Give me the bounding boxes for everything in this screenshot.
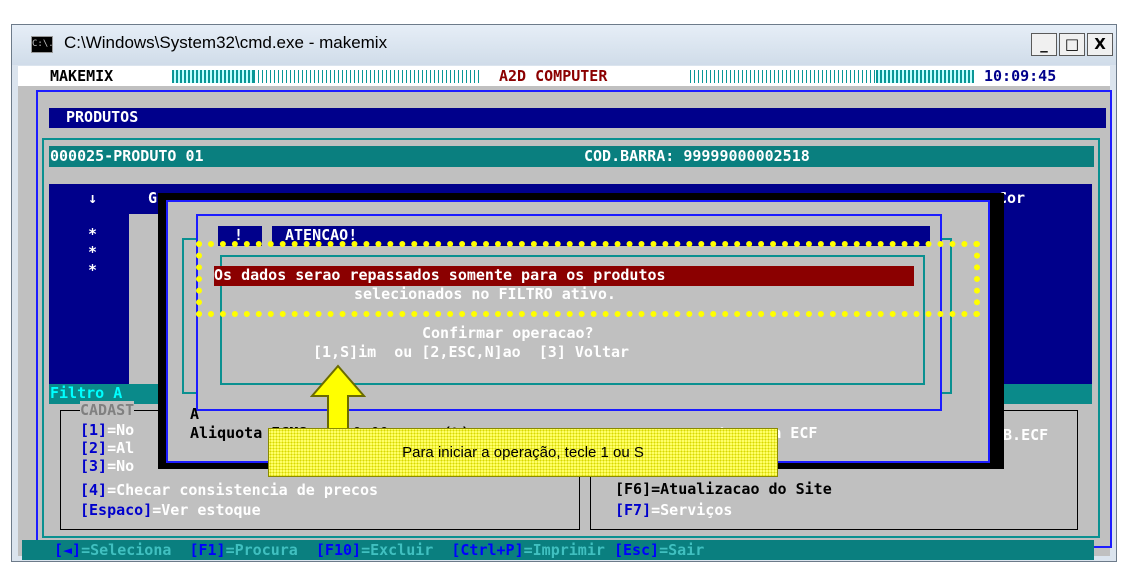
confirm-question: Confirmar operacao?: [422, 324, 594, 342]
highlight-box: [196, 241, 980, 317]
key-exit[interactable]: [Esc]: [614, 541, 659, 559]
row-marker[interactable]: *: [88, 225, 97, 244]
option-text: =Ver estoque: [152, 501, 261, 519]
key-delete[interactable]: [F10]: [316, 541, 361, 559]
clock: 10:09:45: [984, 67, 1057, 85]
cadastro-option[interactable]: [4]=Checar consistencia de precos: [80, 480, 580, 500]
pattern-right: [876, 70, 974, 83]
pattern-left-2: [254, 70, 482, 83]
key-search[interactable]: [F1]: [189, 541, 225, 559]
key-print[interactable]: [Ctrl+P]: [451, 541, 523, 559]
maximize-button[interactable]: □: [1059, 33, 1085, 56]
key-print-label: =Imprimir: [523, 541, 605, 559]
minimize-button[interactable]: _: [1031, 33, 1057, 56]
option-text: =Serviços: [651, 501, 733, 519]
right-option-site[interactable]: [F6]=Atualizacao do Site: [615, 480, 832, 499]
option-key: [F7]: [615, 501, 652, 519]
option-key: [1]: [80, 421, 108, 439]
pattern-left: [172, 70, 254, 83]
key-exit-label: =Sair: [659, 541, 705, 559]
option-key: [Espaco]: [80, 501, 153, 519]
product-line: [49, 146, 1094, 167]
option-key: [4]: [80, 481, 108, 499]
app-name: MAKEMIX: [50, 67, 114, 85]
callout-arrow: [310, 364, 366, 431]
company-name: A2D COMPUTER: [499, 67, 608, 85]
section-title: PRODUTOS: [66, 108, 139, 126]
grid-right-panel: [995, 214, 1092, 384]
barcode: COD.BARRA: 99999000002518: [584, 147, 810, 165]
row-marker[interactable]: *: [88, 243, 97, 262]
option-text: =Al: [107, 439, 135, 457]
right-option-services[interactable]: [F7]=Serviços: [615, 500, 915, 520]
option-key: [3]: [80, 457, 108, 475]
window-title: C:\Windows\System32\cmd.exe - makemix: [64, 33, 388, 52]
option-text: =No: [107, 457, 135, 475]
pattern-right-2: [690, 70, 876, 83]
section-header: [49, 108, 1106, 128]
key-search-label: =Procura: [225, 541, 298, 559]
key-select-label: =Seleciona: [81, 541, 172, 559]
key-select[interactable]: [◄]: [54, 541, 81, 559]
close-button[interactable]: X: [1087, 33, 1113, 56]
confirm-options[interactable]: [1,S]im ou [2,ESC,N]ao [3] Voltar: [313, 343, 629, 362]
cmd-icon[interactable]: C:\.: [31, 36, 54, 53]
row-marker[interactable]: *: [88, 261, 97, 280]
a-letter: A: [190, 405, 200, 423]
cadastro-option[interactable]: [Espaco]=Ver estoque: [80, 500, 480, 520]
option-key: [2]: [80, 439, 108, 457]
cadastro-title: CADAST: [80, 401, 135, 420]
option-text: =Checar consistencia de precos: [107, 481, 379, 499]
grid-col-g: G: [148, 189, 158, 207]
option-text: =No: [107, 421, 135, 439]
grid-col-marker: ↓: [88, 189, 98, 207]
callout-text: Para iniciar a operação, tecle 1 ou S: [402, 444, 644, 461]
bottom-key-list: [◄]=Seleciona [F1]=Procura [F10]=Excluir…: [54, 540, 1094, 560]
product-name: 000025-PRODUTO 01: [50, 147, 204, 165]
key-delete-label: =Excluir: [361, 541, 434, 559]
